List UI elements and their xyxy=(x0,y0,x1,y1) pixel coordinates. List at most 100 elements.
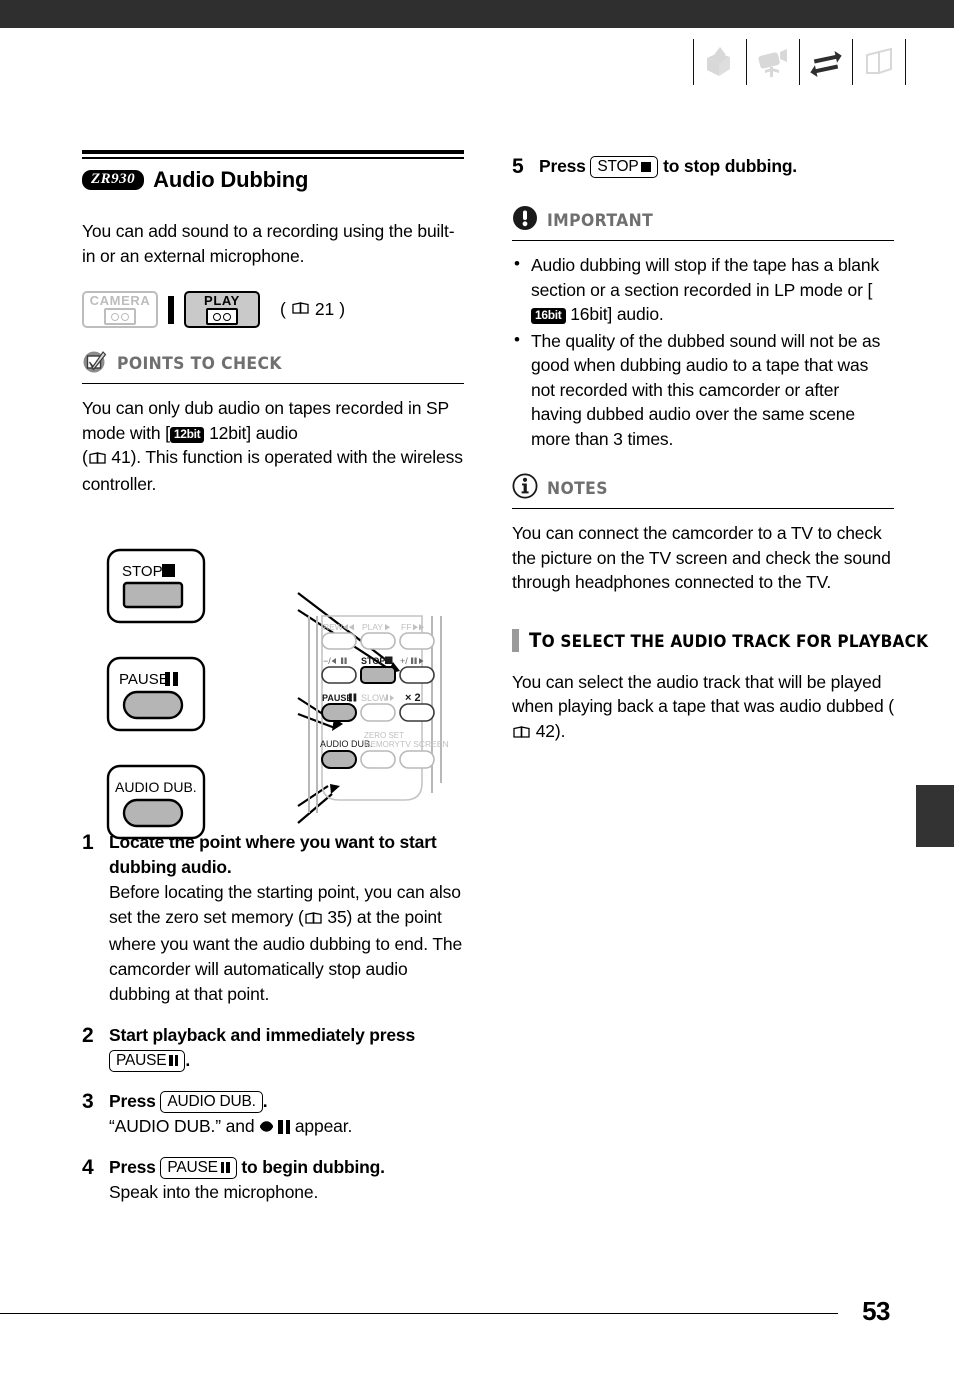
step-3-number: 3 xyxy=(82,1090,94,1113)
step-4-description: Speak into the microphone. xyxy=(109,1182,319,1202)
svg-text:+/: +/ xyxy=(400,656,408,666)
step-5-title: Press STOP to stop dubbing. xyxy=(539,154,894,179)
mode-chip-camera: CAMERA xyxy=(82,291,158,328)
notes-label: NOTES xyxy=(547,478,608,499)
open-book-icon[interactable] xyxy=(853,36,905,88)
tape-reel-icon xyxy=(206,308,238,325)
key-chip-stop-label: STOP xyxy=(597,158,639,175)
page-title: Audio Dubbing xyxy=(153,167,309,192)
ptc-text-d: ). This function is operated with the wi… xyxy=(82,447,463,494)
step-2-title-a: Start playback and immediately press xyxy=(109,1025,415,1045)
key-chip-audio-dub[interactable]: AUDIO DUB. xyxy=(160,1091,263,1113)
step-1-page-ref: 35 xyxy=(327,907,347,927)
svg-text:SLOW: SLOW xyxy=(361,693,388,703)
step-2-number: 2 xyxy=(82,1024,94,1047)
intro-paragraph: You can add sound to a recording using t… xyxy=(82,221,455,266)
key-chip-stop[interactable]: STOP xyxy=(590,156,659,178)
subsection-title-first: T xyxy=(529,628,542,652)
mode-camera-label: CAMERA xyxy=(89,293,151,308)
svg-text:PAUSE: PAUSE xyxy=(322,693,352,703)
important-rule xyxy=(512,240,894,241)
page-reference-number: 21 xyxy=(314,299,335,319)
subsection-title: TO SELECT THE AUDIO TRACK FOR PLAYBACK xyxy=(529,629,928,652)
step-5-number: 5 xyxy=(512,155,524,178)
important-bullet-2: The quality of the dubbed sound will not… xyxy=(512,328,894,452)
subsection-title-rest: O SELECT THE AUDIO TRACK FOR PLAYBACK xyxy=(541,631,929,651)
important-label: IMPORTANT xyxy=(547,210,654,231)
step-3: 3 Press AUDIO DUB.. “AUDIO DUB.” and app… xyxy=(82,1089,464,1139)
paren-open: ( xyxy=(280,299,286,319)
pause-glyph xyxy=(169,1055,179,1066)
notes-body: You can connect the camcorder to a TV to… xyxy=(512,523,891,592)
step-2: 2 Start playback and immediately press P… xyxy=(82,1023,464,1073)
stop-glyph xyxy=(641,161,652,172)
mode-play-label: PLAY xyxy=(204,293,240,308)
subsection-accent-bar xyxy=(512,628,519,652)
points-to-check-label: POINTS TO CHECK xyxy=(117,353,282,374)
checkbox-check-icon xyxy=(82,348,108,379)
key-chip-audio-dub-label: AUDIO DUB. xyxy=(167,1093,256,1110)
unpack-box-icon[interactable] xyxy=(694,36,746,88)
key-chip-pause-label: PAUSE xyxy=(116,1052,167,1069)
step-4-title-b: to begin dubbing. xyxy=(236,1157,385,1177)
step-1-description: Before locating the starting point, you … xyxy=(109,880,464,1007)
bit-badge-16: 16bit xyxy=(531,308,566,324)
step-1-number: 1 xyxy=(82,831,94,854)
ptc-page-ref: 41 xyxy=(111,447,131,467)
step-4-title-a: Press xyxy=(109,1157,161,1177)
svg-text:ZERO SET: ZERO SET xyxy=(364,731,404,740)
step-2-title: Start playback and immediately press PAU… xyxy=(109,1023,464,1073)
page-number: 53 xyxy=(862,1296,890,1326)
step-5: 5 Press STOP to stop dubbing. xyxy=(512,154,894,179)
imp-b1-text-a: Audio dubbing will stop if the tape has … xyxy=(531,255,880,300)
step-3-desc-b: appear. xyxy=(290,1116,353,1136)
section-rule xyxy=(82,150,464,159)
subsection-header: TO SELECT THE AUDIO TRACK FOR PLAYBACK xyxy=(512,628,928,652)
step-2-title-b: . xyxy=(185,1050,191,1070)
remote-control-diagram: REW PLAY FF −/ STOP +/ PAUSE SLOW × 2 AU… xyxy=(100,538,450,848)
audio-dub-pause-glyph xyxy=(259,1119,291,1134)
step-3-desc-a: “AUDIO DUB.” and xyxy=(109,1116,260,1136)
step-4-title: Press PAUSE to begin dubbing. xyxy=(109,1155,464,1180)
subsection-body: You can select the audio track that will… xyxy=(512,670,894,746)
model-badge: ZR930 xyxy=(82,170,145,190)
step-1: 1 Locate the point where you want to sta… xyxy=(82,830,464,1007)
icon-separator xyxy=(905,39,906,85)
section-title-row: ZR930 Audio Dubbing xyxy=(82,167,464,193)
step-4-number: 4 xyxy=(82,1156,94,1179)
ptc-text-b: 12bit] audio xyxy=(204,422,298,443)
sub-text-b: ). xyxy=(554,720,566,741)
notes-rule xyxy=(512,508,894,509)
key-chip-pause[interactable]: PAUSE xyxy=(160,1157,237,1179)
svg-text:TV SCREEN: TV SCREEN xyxy=(400,739,449,749)
info-circle-icon xyxy=(512,473,538,504)
important-header: IMPORTANT xyxy=(512,205,894,236)
step-3-title-a: Press xyxy=(109,1091,161,1111)
points-to-check-header: POINTS TO CHECK xyxy=(82,348,464,379)
bit-badge-12: 12bit xyxy=(169,426,205,443)
transfer-arrows-icon[interactable] xyxy=(800,36,852,88)
book-page-icon xyxy=(88,447,107,472)
points-to-check-body: You can only dub audio on tapes recorded… xyxy=(82,396,464,496)
camcorder-icon[interactable] xyxy=(747,36,799,88)
key-chip-pause[interactable]: PAUSE xyxy=(109,1050,186,1072)
svg-text:AUDIO DUB.: AUDIO DUB. xyxy=(115,779,197,795)
pause-glyph xyxy=(220,1162,230,1173)
notes-header: NOTES xyxy=(512,473,894,504)
step-5-title-a: Press xyxy=(539,156,591,176)
step-5-title-b: to stop dubbing. xyxy=(658,156,797,176)
right-column: 5 Press STOP to stop dubbing. IMPORTANT … xyxy=(512,150,928,746)
svg-text:PAUSE: PAUSE xyxy=(119,671,169,688)
svg-text:REW: REW xyxy=(323,622,343,632)
svg-text:MEMORY: MEMORY xyxy=(364,740,401,749)
mode-divider xyxy=(168,295,174,324)
paren-close: ) xyxy=(339,299,346,319)
key-chip-pause-label: PAUSE xyxy=(167,1159,218,1176)
book-page-icon xyxy=(304,907,323,932)
mode-indicator-row: CAMERA PLAY ( 21 ) xyxy=(82,291,464,328)
tape-reel-icon xyxy=(104,308,136,325)
svg-text:PLAY: PLAY xyxy=(362,622,383,632)
sub-text-a: You can select the audio track that will… xyxy=(512,671,894,717)
important-bullet-1: Audio dubbing will stop if the tape has … xyxy=(512,252,894,327)
page-reference: ( 21 ) xyxy=(280,299,345,320)
